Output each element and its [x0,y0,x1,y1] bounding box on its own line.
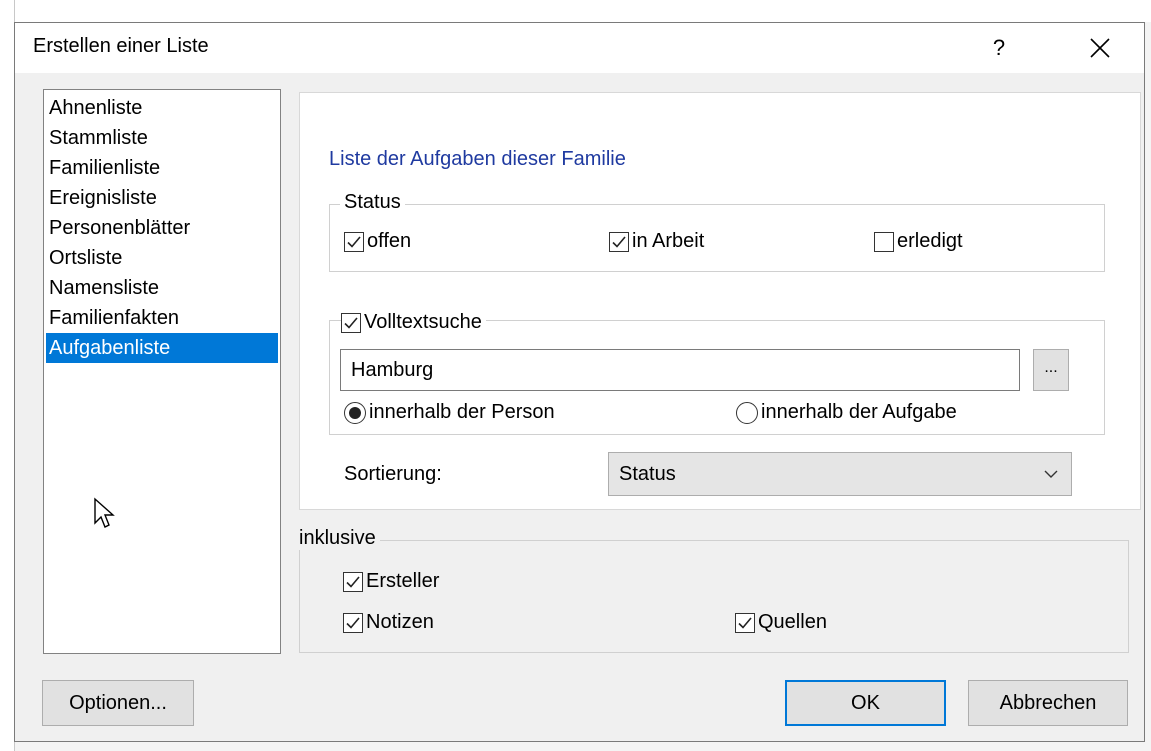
checkmark-icon [738,616,752,629]
list-item-ereignisliste[interactable]: Ereignisliste [46,183,278,213]
settings-panel: Liste der Aufgaben dieser Familie Status… [299,92,1141,510]
radio-label: innerhalb der Person [369,401,555,423]
checkbox-label: Notizen [366,611,434,633]
chevron-down-icon [1044,470,1058,478]
ok-button[interactable]: OK [785,680,946,726]
checkbox-box [609,231,629,252]
list-type-listbox[interactable]: Ahnenliste Stammliste Familienliste Erei… [43,89,281,654]
checkmark-icon [346,575,360,588]
quellen-checkbox[interactable]: Quellen [735,611,827,634]
close-icon [1090,38,1110,58]
sort-select[interactable]: Status [608,452,1072,496]
radio-within-person[interactable]: innerhalb der Person [344,401,555,424]
help-button[interactable]: ? [982,31,1016,65]
checkmark-icon [612,235,626,248]
close-button[interactable] [1083,31,1117,65]
inklusive-legend: inklusive [299,527,380,550]
list-item-ortsliste[interactable]: Ortsliste [46,243,278,273]
list-item-ahnenliste[interactable]: Ahnenliste [46,93,278,123]
fulltext-search-input[interactable]: Hamburg [340,349,1020,391]
checkbox-label: Quellen [758,611,827,633]
radio-label: innerhalb der Aufgabe [761,401,957,423]
list-item-aufgabenliste[interactable]: Aufgabenliste [46,333,278,363]
checkbox-box [735,612,755,633]
status-legend: Status [340,191,405,214]
checkbox-box [874,231,894,252]
title-bar: Erstellen einer Liste ? [15,23,1144,73]
checkbox-label: Volltextsuche [364,311,482,333]
fulltext-checkbox[interactable]: Volltextsuche [341,311,486,334]
list-item-namensliste[interactable]: Namensliste [46,273,278,303]
options-button[interactable]: Optionen... [42,680,194,726]
browse-button[interactable]: ... [1033,349,1069,391]
mouse-cursor-icon [94,497,115,528]
checkmark-icon [346,616,360,629]
checkbox-label: in Arbeit [632,230,705,252]
inklusive-group: inklusive [299,527,1129,653]
create-list-dialog: Erstellen einer Liste ? Ahnenliste Stamm… [14,22,1145,742]
background-app-strip [0,0,1151,22]
checkbox-box [344,231,364,252]
checkbox-box [343,571,363,592]
radio-circle [736,401,758,424]
checkbox-label: erledigt [897,230,963,252]
checkbox-box [341,312,361,333]
list-item-stammliste[interactable]: Stammliste [46,123,278,153]
notizen-checkbox[interactable]: Notizen [343,611,434,634]
list-item-personenblaetter[interactable]: Personenblätter [46,213,278,243]
status-erledigt-checkbox[interactable]: erledigt [874,230,963,253]
checkbox-label: Ersteller [366,570,440,592]
radio-dot [349,406,361,419]
sort-label: Sortierung: [344,463,442,485]
checkbox-box [343,612,363,633]
status-offen-checkbox[interactable]: offen [344,230,411,253]
dialog-title: Erstellen einer Liste [33,35,209,57]
checkmark-icon [347,235,361,248]
checkmark-icon [344,316,358,329]
ersteller-checkbox[interactable]: Ersteller [343,570,439,593]
radio-within-task[interactable]: innerhalb der Aufgabe [736,401,957,424]
checkbox-label: offen [367,230,412,252]
panel-heading: Liste der Aufgaben dieser Familie [329,148,626,170]
list-item-familienliste[interactable]: Familienliste [46,153,278,183]
radio-circle [344,401,366,424]
cancel-button[interactable]: Abbrechen [968,680,1128,726]
list-item-familienfakten[interactable]: Familienfakten [46,303,278,333]
status-group: Status [329,191,1105,272]
background-app-edge [0,0,15,751]
status-in-arbeit-checkbox[interactable]: in Arbeit [609,230,704,253]
sort-select-value: Status [619,463,676,485]
